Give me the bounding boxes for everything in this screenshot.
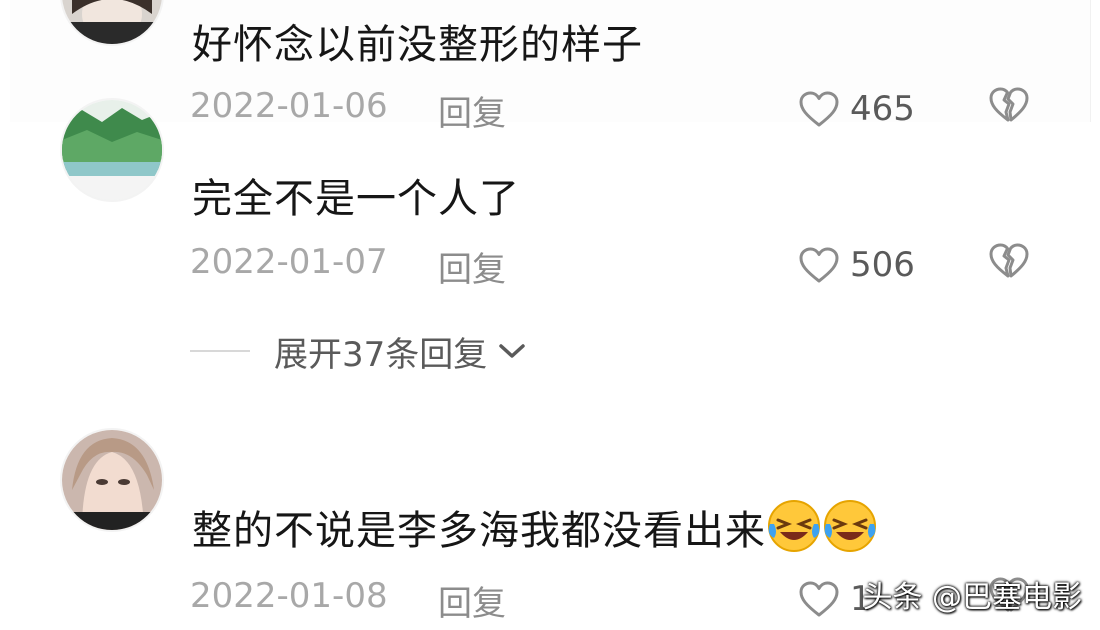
comment-text: 整的不说是李多海我都没看出来 — [192, 498, 878, 556]
dislike-button[interactable] — [988, 86, 1030, 128]
laughing-crying-face-emoji — [768, 500, 820, 552]
comment-date: 2022-01-06 — [190, 86, 388, 126]
chevron-down-icon — [499, 344, 526, 358]
dislike-button[interactable] — [988, 242, 1030, 284]
broken-heart-icon — [989, 243, 1029, 278]
expand-replies-button[interactable]: 展开37条回复 — [190, 328, 527, 375]
heart-outline-icon — [799, 247, 839, 283]
like-button[interactable]: 465 — [798, 86, 915, 132]
reply-button[interactable]: 回复 — [438, 242, 506, 291]
comment-text-content: 整的不说是李多海我都没看出来 — [192, 508, 766, 554]
heart-outline-icon — [799, 91, 839, 127]
comment-date: 2022-01-07 — [190, 242, 388, 282]
reply-button[interactable]: 回复 — [438, 576, 506, 625]
broken-heart-icon — [989, 87, 1029, 122]
like-count: 465 — [850, 89, 915, 129]
avatar[interactable] — [60, 428, 164, 532]
comment-thread-screen: 好怀念以前没整形的样子 2022-01-06 回复 465 完全不是一个人了 2… — [0, 0, 1100, 630]
comment-text: 完全不是一个人了 — [192, 176, 520, 222]
like-button[interactable]: 506 — [798, 242, 915, 288]
like-count: 506 — [850, 245, 915, 285]
comment-meta: 2022-01-06 回复 465 — [190, 86, 1040, 135]
like-button[interactable]: 1 — [798, 576, 872, 622]
heart-outline-icon — [799, 581, 839, 617]
expand-replies-label: 展开37条回复 — [274, 334, 488, 375]
divider-line — [190, 350, 250, 352]
comment-meta: 2022-01-07 回复 506 — [190, 242, 1040, 291]
avatar[interactable] — [60, 98, 164, 202]
comment-text: 好怀念以前没整形的样子 — [192, 22, 643, 68]
laughing-crying-face-emoji — [824, 500, 876, 552]
watermark: 头条 @巴塞电影 — [862, 580, 1082, 615]
comment-date: 2022-01-08 — [190, 576, 388, 616]
reply-button[interactable]: 回复 — [438, 86, 506, 135]
